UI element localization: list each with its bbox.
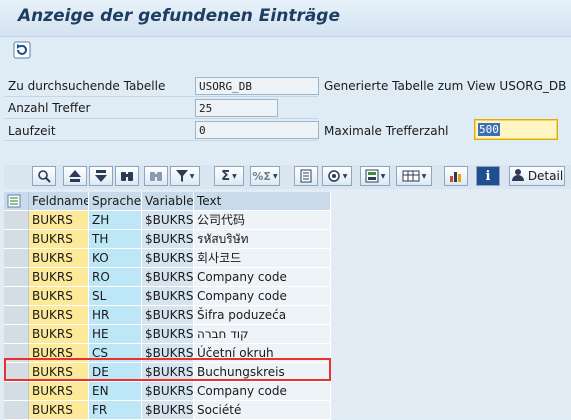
table-cell[interactable]: $BUKRS (142, 211, 194, 230)
table-cell[interactable]: ZH (89, 211, 142, 230)
row-selector[interactable] (4, 344, 29, 363)
filter-icon[interactable]: ▼ (170, 166, 200, 186)
row-selector[interactable] (4, 268, 29, 287)
find-next-icon[interactable] (144, 166, 168, 186)
sort-descending-icon[interactable] (89, 166, 113, 186)
table-cell[interactable]: Company code (194, 287, 331, 306)
table-cell[interactable]: RO (89, 268, 142, 287)
runtime-field[interactable]: 0 (195, 121, 319, 139)
table-cell[interactable]: $BUKRS (142, 287, 194, 306)
application-toolbar (0, 36, 571, 64)
table-cell[interactable]: $BUKRS (142, 306, 194, 325)
table-cell[interactable]: Šifra poduzeća (194, 306, 331, 325)
table-cell[interactable]: $BUKRS (142, 325, 194, 344)
maxhits-field[interactable]: 500 (474, 119, 558, 140)
column-header[interactable]: Variable (142, 192, 194, 211)
table-cell[interactable]: Company code (194, 268, 331, 287)
sum-icon[interactable]: Σ ▼ (214, 166, 244, 186)
table-cell[interactable]: BUKRS (29, 211, 89, 230)
table-cell[interactable]: 회사코드 (194, 249, 331, 268)
row-selector[interactable] (4, 211, 29, 230)
table-cell[interactable]: FR (89, 401, 142, 420)
export-icon[interactable]: ▼ (322, 166, 352, 186)
row-selector[interactable] (4, 325, 29, 344)
details-icon[interactable] (32, 166, 56, 186)
maxhits-value: 500 (478, 123, 500, 136)
table-cell[interactable]: $BUKRS (142, 249, 194, 268)
print-preview-icon[interactable] (294, 166, 318, 186)
layout-icon[interactable]: ▼ (360, 166, 390, 186)
table-cell[interactable]: Société (194, 401, 331, 420)
table-cell[interactable]: SL (89, 287, 142, 306)
column-header[interactable]: Feldname (29, 192, 89, 211)
row-selector[interactable] (4, 287, 29, 306)
table-cell[interactable]: BUKRS (29, 401, 89, 420)
table-cell[interactable]: $BUKRS (142, 363, 194, 382)
row-selector[interactable] (4, 382, 29, 401)
table-cell[interactable]: BUKRS (29, 363, 89, 382)
column-header[interactable]: Sprache (89, 192, 142, 211)
table-field[interactable]: USORG_DB (195, 77, 319, 95)
table-cell[interactable]: BUKRS (29, 230, 89, 249)
graphic-icon[interactable] (444, 166, 468, 186)
table-cell[interactable]: BUKRS (29, 287, 89, 306)
table-cell[interactable]: BUKRS (29, 268, 89, 287)
row-selector[interactable] (4, 306, 29, 325)
table-description: Generierte Tabelle zum View USORG_DB (324, 79, 567, 93)
table-cell[interactable]: TH (89, 230, 142, 249)
hits-field[interactable]: 25 (195, 99, 278, 117)
row-selector[interactable] (4, 249, 29, 268)
divider (4, 140, 318, 141)
table-cell[interactable]: $BUKRS (142, 344, 194, 363)
detail-button[interactable]: Detail (509, 166, 565, 186)
table-cell[interactable]: $BUKRS (142, 382, 194, 401)
table-cell[interactable]: BUKRS (29, 325, 89, 344)
table-cell[interactable]: KO (89, 249, 142, 268)
table-cell[interactable]: קוד חברה (194, 325, 331, 344)
detail-icon (511, 168, 525, 185)
table-cell[interactable]: $BUKRS (142, 268, 194, 287)
refresh-icon[interactable] (12, 40, 32, 60)
subtotal-icon[interactable]: %Σ ▼ (250, 166, 280, 186)
divider (4, 118, 318, 119)
table-cell[interactable]: Účetní okruh (194, 344, 331, 363)
row-selector[interactable] (4, 230, 29, 249)
grid-toolbar: ▼ Σ ▼ %Σ ▼ ▼ ▼ ▼ i Detail (4, 165, 571, 189)
table-cell[interactable]: Company code (194, 382, 331, 401)
table-cell[interactable]: DE (89, 363, 142, 382)
divider (4, 96, 318, 97)
find-icon[interactable] (115, 166, 139, 186)
table-cell[interactable]: $BUKRS (142, 230, 194, 249)
table-cell[interactable]: BUKRS (29, 344, 89, 363)
detail-label: Detail (527, 169, 564, 183)
row-selector[interactable] (4, 401, 29, 420)
title-bar: Anzeige der gefundenen Einträge (0, 0, 571, 37)
table-cell[interactable]: $BUKRS (142, 401, 194, 420)
row-selector[interactable] (4, 363, 29, 382)
table-cell[interactable]: รหัสบริษัท (194, 230, 331, 249)
table-label: Zu durchsuchende Tabelle (8, 79, 166, 93)
table-cell[interactable]: BUKRS (29, 382, 89, 401)
window-title: Anzeige der gefundenen Einträge (18, 6, 341, 26)
table-cell[interactable]: 公司代码 (194, 211, 331, 230)
column-header[interactable]: Text (194, 192, 331, 211)
runtime-label: Laufzeit (8, 124, 56, 138)
info-icon[interactable]: i (476, 166, 500, 186)
sort-ascending-icon[interactable] (63, 166, 87, 186)
table-cell[interactable]: EN (89, 382, 142, 401)
maxhits-label: Maximale Trefferzahl (324, 124, 449, 138)
table-cell[interactable]: HR (89, 306, 142, 325)
table-cell[interactable]: BUKRS (29, 249, 89, 268)
table-cell[interactable]: BUKRS (29, 306, 89, 325)
columns-icon[interactable]: ▼ (396, 166, 432, 186)
table-cell[interactable]: HE (89, 325, 142, 344)
table-cell[interactable]: Buchungskreis (194, 363, 331, 382)
select-all-icon[interactable] (4, 192, 29, 211)
table-cell[interactable]: CS (89, 344, 142, 363)
hits-label: Anzahl Treffer (8, 101, 91, 115)
